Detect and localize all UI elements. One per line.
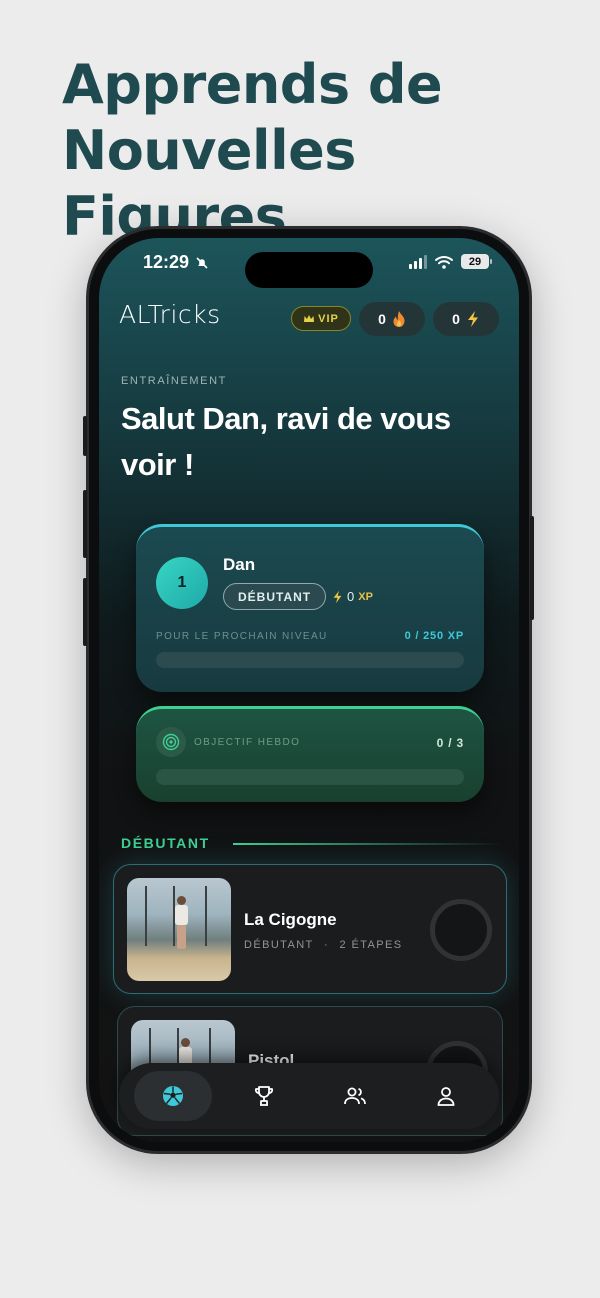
vip-badge[interactable]: VIP <box>291 306 351 331</box>
weekly-goal-progress-bar <box>156 769 464 785</box>
volume-down-button <box>83 578 87 646</box>
trick-level: DÉBUTANT <box>244 939 314 951</box>
flame-icon <box>393 311 405 327</box>
weekly-goal-card[interactable]: OBJECTIF HEBDO 0 / 3 <box>136 706 484 802</box>
greeting-title: Salut Dan, ravi de vous voir ! <box>121 401 451 482</box>
marketing-headline: Apprends de Nouvelles Figures <box>62 52 582 250</box>
energy-counter[interactable]: 0 <box>433 302 499 336</box>
athlete-figure <box>175 896 188 954</box>
energy-count: 0 <box>452 311 460 327</box>
meta-separator: · <box>323 939 330 951</box>
bottom-tab-bar <box>119 1063 499 1129</box>
tab-community[interactable] <box>316 1071 394 1121</box>
headline-line-1: Apprends de <box>62 53 443 116</box>
soccer-ball-icon <box>162 1086 183 1106</box>
level-number-badge: 1 <box>156 557 208 609</box>
phone-screen: 12:29 29 ALTricks VIP 0 0 ENTRAÎNEMENT S… <box>99 238 519 1142</box>
vip-label: VIP <box>318 312 339 325</box>
status-time-text: 12:29 <box>143 252 190 272</box>
section-divider <box>233 843 503 845</box>
status-time: 12:29 <box>143 252 209 273</box>
tab-profile[interactable] <box>407 1071 485 1121</box>
app-logo: ALTricks <box>119 300 221 329</box>
streak-count: 0 <box>378 311 386 327</box>
tab-training[interactable] <box>133 1071 212 1121</box>
user-name: Dan <box>223 555 256 574</box>
trick-thumbnail <box>127 878 231 981</box>
trick-name: La Cigogne <box>244 910 337 929</box>
xp-value: 0 <box>347 589 355 604</box>
lightning-icon <box>467 311 478 327</box>
trophy-icon <box>254 1086 273 1106</box>
power-button <box>530 516 534 620</box>
level-rank-badge: DÉBUTANT <box>223 583 327 610</box>
xp-display: 0 XP <box>332 589 373 604</box>
mute-switch <box>83 416 87 456</box>
bell-muted-icon <box>196 256 208 269</box>
streak-counter[interactable]: 0 <box>359 302 425 336</box>
weekly-goal-value: 0 / 3 <box>436 736 464 750</box>
lightning-icon <box>333 590 342 603</box>
target-icon <box>156 727 186 757</box>
battery-level: 29 <box>468 255 482 268</box>
profile-icon <box>437 1087 454 1106</box>
trick-meta: DÉBUTANT · 2 ÉTAPES <box>244 939 402 951</box>
trick-card[interactable]: La Cigogne DÉBUTANT · 2 ÉTAPES <box>113 864 507 994</box>
level-progress-bar <box>156 652 464 668</box>
next-level-label: POUR LE PROCHAIN NIVEAU <box>156 631 328 642</box>
xp-unit: XP <box>358 590 373 603</box>
wifi-icon <box>435 255 453 269</box>
dynamic-island <box>245 252 373 288</box>
volume-up-button <box>83 490 87 558</box>
crown-icon <box>304 314 315 322</box>
status-icons: 29 <box>409 254 492 269</box>
level-section-title: DÉBUTANT <box>121 835 210 851</box>
cellular-signal-icon <box>409 254 427 269</box>
users-icon <box>343 1087 366 1105</box>
trick-progress-ring <box>430 899 492 961</box>
tab-leaderboard[interactable] <box>225 1071 303 1121</box>
battery-indicator: 29 <box>461 254 492 269</box>
next-level-value: 0 / 250 XP <box>404 630 464 642</box>
trick-steps: 2 ÉTAPES <box>339 939 403 951</box>
level-card[interactable]: 1 Dan DÉBUTANT 0 XP POUR LE PROCHAIN NIV… <box>136 524 484 692</box>
section-eyebrow: ENTRAÎNEMENT <box>121 375 227 387</box>
weekly-goal-label: OBJECTIF HEBDO <box>194 737 301 748</box>
